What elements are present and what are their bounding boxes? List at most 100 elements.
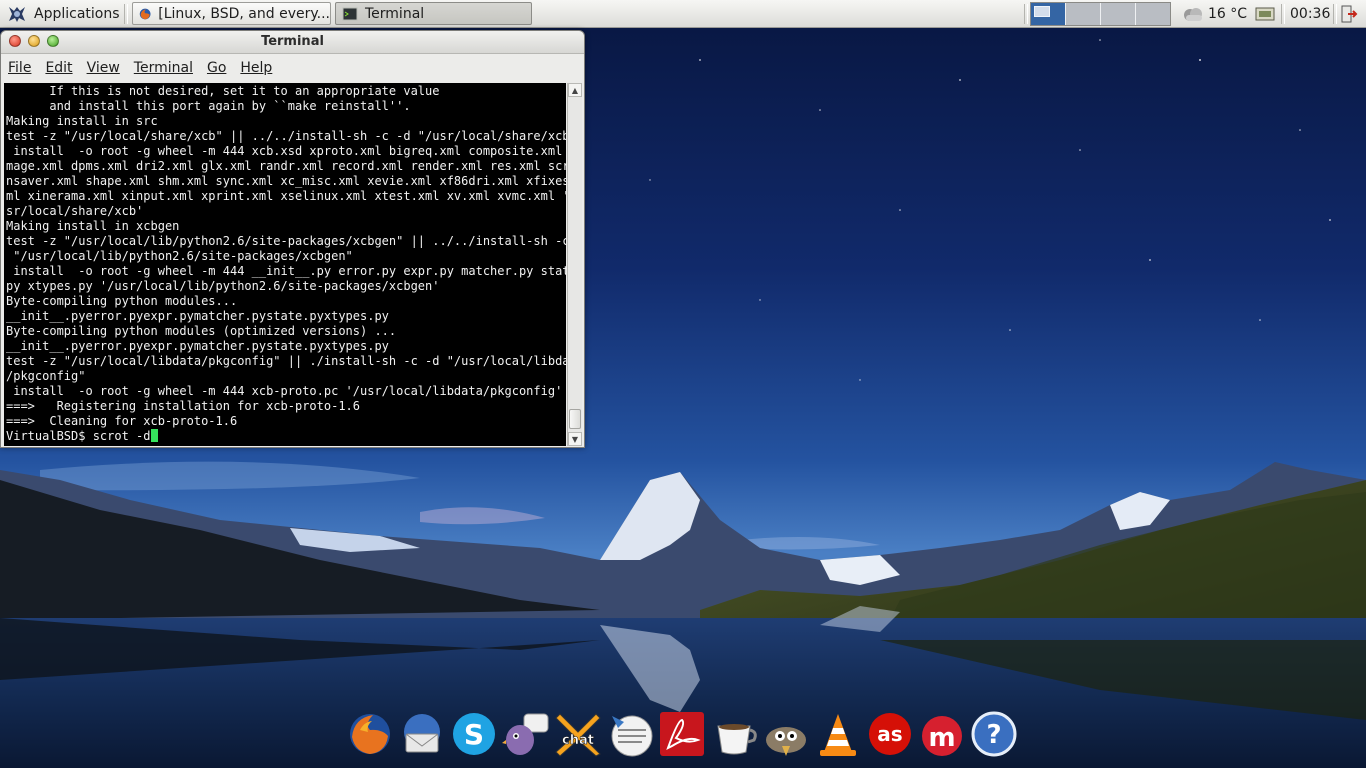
terminal-output-line: If this is not desired, set it to an app… bbox=[49, 84, 440, 98]
terminal-output-line: and install this port again by ``make re… bbox=[49, 99, 411, 113]
terminal-output-line: Byte-compiling python modules (optimized… bbox=[6, 324, 397, 338]
dock-xchat[interactable]: chat bbox=[553, 708, 603, 760]
terminal-menubar: File Edit View Terminal Go Help bbox=[1, 54, 584, 82]
menu-edit-label: Edit bbox=[45, 60, 73, 76]
terminal-output-line: install -o root -g wheel -m 444 xcb-prot… bbox=[13, 384, 563, 398]
taskbar-button-terminal[interactable]: Terminal bbox=[335, 2, 532, 25]
dock-pidgin[interactable] bbox=[501, 708, 551, 760]
menu-view-label: View bbox=[86, 60, 120, 76]
workspace-2[interactable] bbox=[1066, 3, 1101, 25]
dock-help[interactable]: ? bbox=[969, 708, 1019, 760]
dock-skype[interactable]: S bbox=[449, 708, 499, 760]
terminal-prompt-line: VirtualBSD$ scrot -d bbox=[6, 429, 151, 443]
network-monitor[interactable] bbox=[1255, 0, 1277, 28]
menu-file[interactable]: File bbox=[8, 60, 31, 76]
workspace-3[interactable] bbox=[1101, 3, 1136, 25]
adobe-reader-icon bbox=[660, 712, 704, 756]
menu-edit[interactable]: Edit bbox=[45, 60, 72, 76]
svg-text:as: as bbox=[877, 722, 902, 746]
scrollbar-thumb[interactable] bbox=[569, 409, 581, 429]
terminal-output-line: /pkgconfig" bbox=[6, 369, 86, 383]
terminal-output-line: "/usr/local/lib/python2.6/site-packages/… bbox=[13, 249, 353, 263]
dock-gimp[interactable] bbox=[761, 708, 811, 760]
terminal-output-line: test -z "/usr/local/libdata/pkgconfig" |… bbox=[6, 354, 566, 368]
top-panel: Applications [Linux, BSD, and every... T… bbox=[0, 0, 1366, 28]
maximize-window-button[interactable] bbox=[47, 35, 59, 47]
thunderbird-icon bbox=[404, 714, 440, 753]
panel-clock[interactable]: 00:36 bbox=[1290, 0, 1330, 28]
workspace-4[interactable] bbox=[1136, 3, 1170, 25]
terminal-output-line: mage.xml dpms.xml dri2.xml glx.xml randr… bbox=[6, 159, 566, 173]
close-window-button[interactable] bbox=[9, 35, 21, 47]
network-monitor-icon bbox=[1255, 7, 1275, 21]
menu-view[interactable]: View bbox=[87, 60, 120, 76]
terminal-output-line: nsaver.xml shape.xml shm.xml sync.xml xc… bbox=[6, 174, 566, 188]
terminal-output-line: ===> Cleaning for xcb-proto-1.6 bbox=[6, 414, 238, 428]
firefox-icon bbox=[350, 714, 390, 754]
workspace-1[interactable] bbox=[1031, 3, 1066, 25]
terminal-cursor bbox=[150, 429, 158, 442]
window-titlebar[interactable]: Terminal bbox=[1, 31, 584, 54]
pidgin-icon bbox=[502, 713, 549, 755]
menu-go-label: Go bbox=[206, 60, 227, 76]
weather-applet[interactable]: 16 °C bbox=[1182, 0, 1250, 28]
terminal-output-line: __init__.pyerror.pyexpr.pymatcher.pystat… bbox=[6, 309, 389, 323]
dock-lastfm[interactable]: as bbox=[865, 708, 915, 760]
xchat-icon: chat bbox=[555, 713, 601, 757]
workspace-window-thumbnail bbox=[1034, 6, 1050, 17]
scroll-up-arrow-icon[interactable]: ▲ bbox=[568, 83, 582, 97]
menu-terminal-label: Terminal bbox=[133, 60, 193, 76]
terminal-output-line: __init__.pyerror.pyexpr.pymatcher.pystat… bbox=[6, 339, 389, 353]
weather-temperature: 16 °C bbox=[1208, 6, 1248, 22]
terminal-output-line: install -o root -g wheel -m 444 xcb.xsd … bbox=[13, 144, 563, 158]
terminal-output-line: Making install in xcbgen bbox=[6, 219, 180, 233]
panel-separator bbox=[124, 4, 128, 24]
terminal-output-line: ===> Registering installation for xcb-pr… bbox=[6, 399, 361, 413]
help-icon: ? bbox=[971, 711, 1017, 757]
menu-help[interactable]: Help bbox=[240, 60, 272, 76]
terminal-output-line: Making install in src bbox=[6, 114, 158, 128]
dock-thunderbird[interactable] bbox=[397, 708, 447, 760]
lastfm-icon: as bbox=[869, 713, 911, 755]
svg-text:?: ? bbox=[986, 720, 1001, 750]
dock-miro[interactable]: m bbox=[917, 708, 967, 760]
terminal-output-area[interactable]: If this is not desired, set it to an app… bbox=[4, 83, 566, 446]
terminal-output-line: install -o root -g wheel -m 444 __init__… bbox=[13, 264, 566, 278]
firefox-icon bbox=[139, 8, 151, 19]
menu-help-label: Help bbox=[240, 60, 273, 76]
scroll-down-arrow-icon[interactable]: ▼ bbox=[568, 432, 582, 446]
taskbar-browser-label: [Linux, BSD, and every... bbox=[158, 5, 330, 22]
terminal-scrollbar[interactable]: ▲ ▼ bbox=[567, 83, 582, 446]
minimize-window-button[interactable] bbox=[28, 35, 40, 47]
menu-terminal[interactable]: Terminal bbox=[134, 60, 193, 76]
applications-label: Applications bbox=[34, 6, 120, 22]
logout-icon bbox=[1341, 5, 1358, 23]
menu-go[interactable]: Go bbox=[207, 60, 226, 76]
dock-java[interactable] bbox=[709, 708, 759, 760]
java-icon bbox=[717, 724, 757, 755]
dock-adobe-reader[interactable] bbox=[657, 708, 707, 760]
logout-button[interactable] bbox=[1340, 0, 1364, 28]
terminal-output-line: test -z "/usr/local/lib/python2.6/site-p… bbox=[6, 234, 566, 248]
terminal-output-line: sr/local/share/xcb' bbox=[6, 204, 144, 218]
terminal-output-line: test -z "/usr/local/share/xcb" || ../../… bbox=[6, 129, 566, 143]
taskbar-button-browser[interactable]: [Linux, BSD, and every... bbox=[132, 2, 331, 25]
terminal-window: Terminal File Edit View Terminal Go Help… bbox=[0, 30, 585, 448]
terminal-output-lines: If this is not desired, set it to an app… bbox=[6, 84, 566, 428]
gimp-icon bbox=[766, 727, 806, 756]
dock-gedit[interactable] bbox=[605, 708, 655, 760]
vlc-icon bbox=[820, 714, 856, 756]
svg-text:m: m bbox=[928, 723, 955, 753]
dock-vlc[interactable] bbox=[813, 708, 863, 760]
miro-icon: m bbox=[922, 716, 962, 756]
bsd-daemon-icon bbox=[9, 7, 25, 22]
dock-firefox[interactable] bbox=[345, 708, 395, 760]
terminal-output-line: ml xinerama.xml xinput.xml xprint.xml xs… bbox=[6, 189, 566, 203]
applications-menu-button[interactable]: Applications bbox=[2, 0, 124, 28]
panel-separator bbox=[1333, 4, 1337, 24]
panel-separator bbox=[1281, 4, 1285, 24]
window-title: Terminal bbox=[261, 34, 324, 49]
weather-cloud-icon bbox=[1184, 8, 1202, 21]
workspace-switcher bbox=[1030, 2, 1171, 26]
skype-icon: S bbox=[453, 713, 495, 755]
